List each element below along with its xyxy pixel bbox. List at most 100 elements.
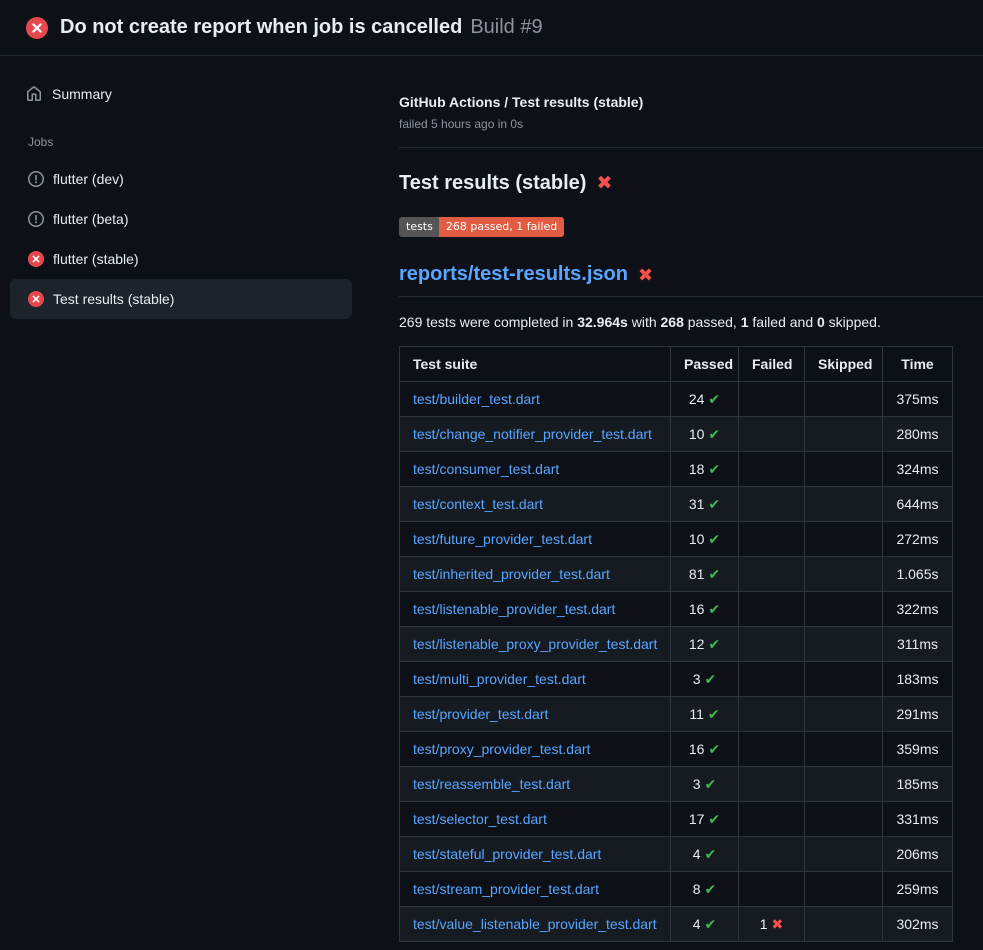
summary-text-segment: 269 tests were completed in: [399, 314, 577, 330]
summary-label: Summary: [52, 86, 112, 102]
table-row: test/context_test.dart31 ✔644ms: [400, 487, 953, 522]
skipped-cell: [805, 662, 883, 697]
check-heading: Test results (stable) ✖: [399, 172, 983, 195]
table-row: test/selector_test.dart17 ✔331ms: [400, 802, 953, 837]
passed-cell: 81 ✔: [671, 557, 739, 592]
failed-status-icon: [28, 291, 44, 307]
suite-cell: test/value_listenable_provider_test.dart: [400, 907, 671, 942]
test-suite-link[interactable]: test/proxy_provider_test.dart: [413, 741, 590, 757]
sidebar-job-test-results-stable[interactable]: Test results (stable): [10, 279, 352, 319]
test-suite-link[interactable]: test/consumer_test.dart: [413, 461, 559, 477]
skipped-cell: [805, 487, 883, 522]
suite-cell: test/listenable_proxy_provider_test.dart: [400, 627, 671, 662]
column-header-time: Time: [883, 347, 953, 382]
failed-cell: [739, 732, 805, 767]
suite-cell: test/selector_test.dart: [400, 802, 671, 837]
test-suite-link[interactable]: test/stateful_provider_test.dart: [413, 846, 601, 862]
failed-cell: [739, 697, 805, 732]
passed-check-icon: ✔: [708, 811, 720, 827]
summary-text-segment: 0: [817, 314, 825, 330]
passed-cell: 16 ✔: [671, 592, 739, 627]
skipped-cell: [805, 522, 883, 557]
test-suite-link[interactable]: test/listenable_proxy_provider_test.dart: [413, 636, 657, 652]
summary-text-segment: 32.964s: [577, 314, 628, 330]
failed-cell: [739, 837, 805, 872]
passed-check-icon: ✔: [708, 531, 720, 547]
sidebar-job-flutter-stable[interactable]: flutter (stable): [10, 239, 352, 279]
sidebar-job-flutter-dev[interactable]: flutter (dev): [10, 159, 352, 199]
skipped-cell: [805, 382, 883, 417]
suite-cell: test/consumer_test.dart: [400, 452, 671, 487]
suite-cell: test/stateful_provider_test.dart: [400, 837, 671, 872]
test-suite-link[interactable]: test/builder_test.dart: [413, 391, 540, 407]
results-table: Test suitePassedFailedSkippedTime test/b…: [399, 346, 953, 942]
passed-cell: 31 ✔: [671, 487, 739, 522]
failed-cell: [739, 417, 805, 452]
passed-cell: 8 ✔: [671, 872, 739, 907]
time-cell: 311ms: [883, 627, 953, 662]
time-cell: 359ms: [883, 732, 953, 767]
test-suite-link[interactable]: test/change_notifier_provider_test.dart: [413, 426, 652, 442]
suite-cell: test/provider_test.dart: [400, 697, 671, 732]
time-cell: 331ms: [883, 802, 953, 837]
time-cell: 375ms: [883, 382, 953, 417]
main-content: GitHub Actions / Test results (stable) f…: [399, 56, 983, 942]
passed-cell: 10 ✔: [671, 522, 739, 557]
test-suite-link[interactable]: test/reassemble_test.dart: [413, 776, 570, 792]
passed-check-icon: ✔: [708, 706, 720, 722]
passed-cell: 4 ✔: [671, 907, 739, 942]
skipped-cell: [805, 732, 883, 767]
passed-check-icon: ✔: [708, 636, 720, 652]
summary-text-segment: failed and: [749, 314, 818, 330]
passed-check-icon: ✔: [708, 461, 720, 477]
failed-cell: [739, 627, 805, 662]
suite-cell: test/multi_provider_test.dart: [400, 662, 671, 697]
table-row: test/provider_test.dart11 ✔291ms: [400, 697, 953, 732]
failed-check-icon: [26, 17, 48, 39]
test-suite-link[interactable]: test/provider_test.dart: [413, 706, 548, 722]
skipped-cell: [805, 557, 883, 592]
sidebar-job-flutter-beta[interactable]: flutter (beta): [10, 199, 352, 239]
failed-cell: [739, 487, 805, 522]
time-cell: 183ms: [883, 662, 953, 697]
time-cell: 259ms: [883, 872, 953, 907]
divider: [399, 147, 983, 148]
status-line: failed 5 hours ago in 0s: [399, 117, 983, 131]
neutral-status-icon: [28, 171, 44, 187]
table-row: test/listenable_provider_test.dart16 ✔32…: [400, 592, 953, 627]
test-suite-link[interactable]: test/stream_provider_test.dart: [413, 881, 599, 897]
suite-cell: test/reassemble_test.dart: [400, 767, 671, 802]
skipped-cell: [805, 767, 883, 802]
test-suite-link[interactable]: test/inherited_provider_test.dart: [413, 566, 610, 582]
page-header: Do not create report when job is cancell…: [0, 0, 983, 56]
failed-cell: [739, 802, 805, 837]
test-suite-link[interactable]: test/multi_provider_test.dart: [413, 671, 586, 687]
skipped-cell: [805, 592, 883, 627]
test-suite-link[interactable]: test/listenable_provider_test.dart: [413, 601, 615, 617]
sidebar-item-summary[interactable]: Summary: [10, 78, 352, 110]
table-row: test/stream_provider_test.dart 8 ✔ 259ms: [400, 872, 953, 907]
table-row: test/change_notifier_provider_test.dart1…: [400, 417, 953, 452]
table-row: test/value_listenable_provider_test.dart…: [400, 907, 953, 942]
report-link[interactable]: reports/test-results.json: [399, 263, 628, 286]
time-cell: 280ms: [883, 417, 953, 452]
passed-cell: 3 ✔: [671, 767, 739, 802]
test-suite-link[interactable]: test/value_listenable_provider_test.dart: [413, 916, 657, 932]
table-row: test/stateful_provider_test.dart4 ✔206ms: [400, 837, 953, 872]
failed-cell: [739, 872, 805, 907]
failed-status-icon: [28, 251, 44, 267]
test-suite-link[interactable]: test/selector_test.dart: [413, 811, 547, 827]
column-header-skipped: Skipped: [805, 347, 883, 382]
time-cell: 1.065s: [883, 557, 953, 592]
failed-x-icon: ✖: [771, 916, 783, 932]
suite-cell: test/change_notifier_provider_test.dart: [400, 417, 671, 452]
failed-cell: 1 ✖: [739, 907, 805, 942]
summary-text-segment: 268: [661, 314, 684, 330]
failed-cell: [739, 522, 805, 557]
neutral-status-icon: [28, 211, 44, 227]
test-suite-link[interactable]: test/context_test.dart: [413, 496, 543, 512]
test-suite-link[interactable]: test/future_provider_test.dart: [413, 531, 592, 547]
time-cell: 185ms: [883, 767, 953, 802]
column-header-failed: Failed: [739, 347, 805, 382]
failed-x-icon: ✖: [638, 266, 653, 284]
